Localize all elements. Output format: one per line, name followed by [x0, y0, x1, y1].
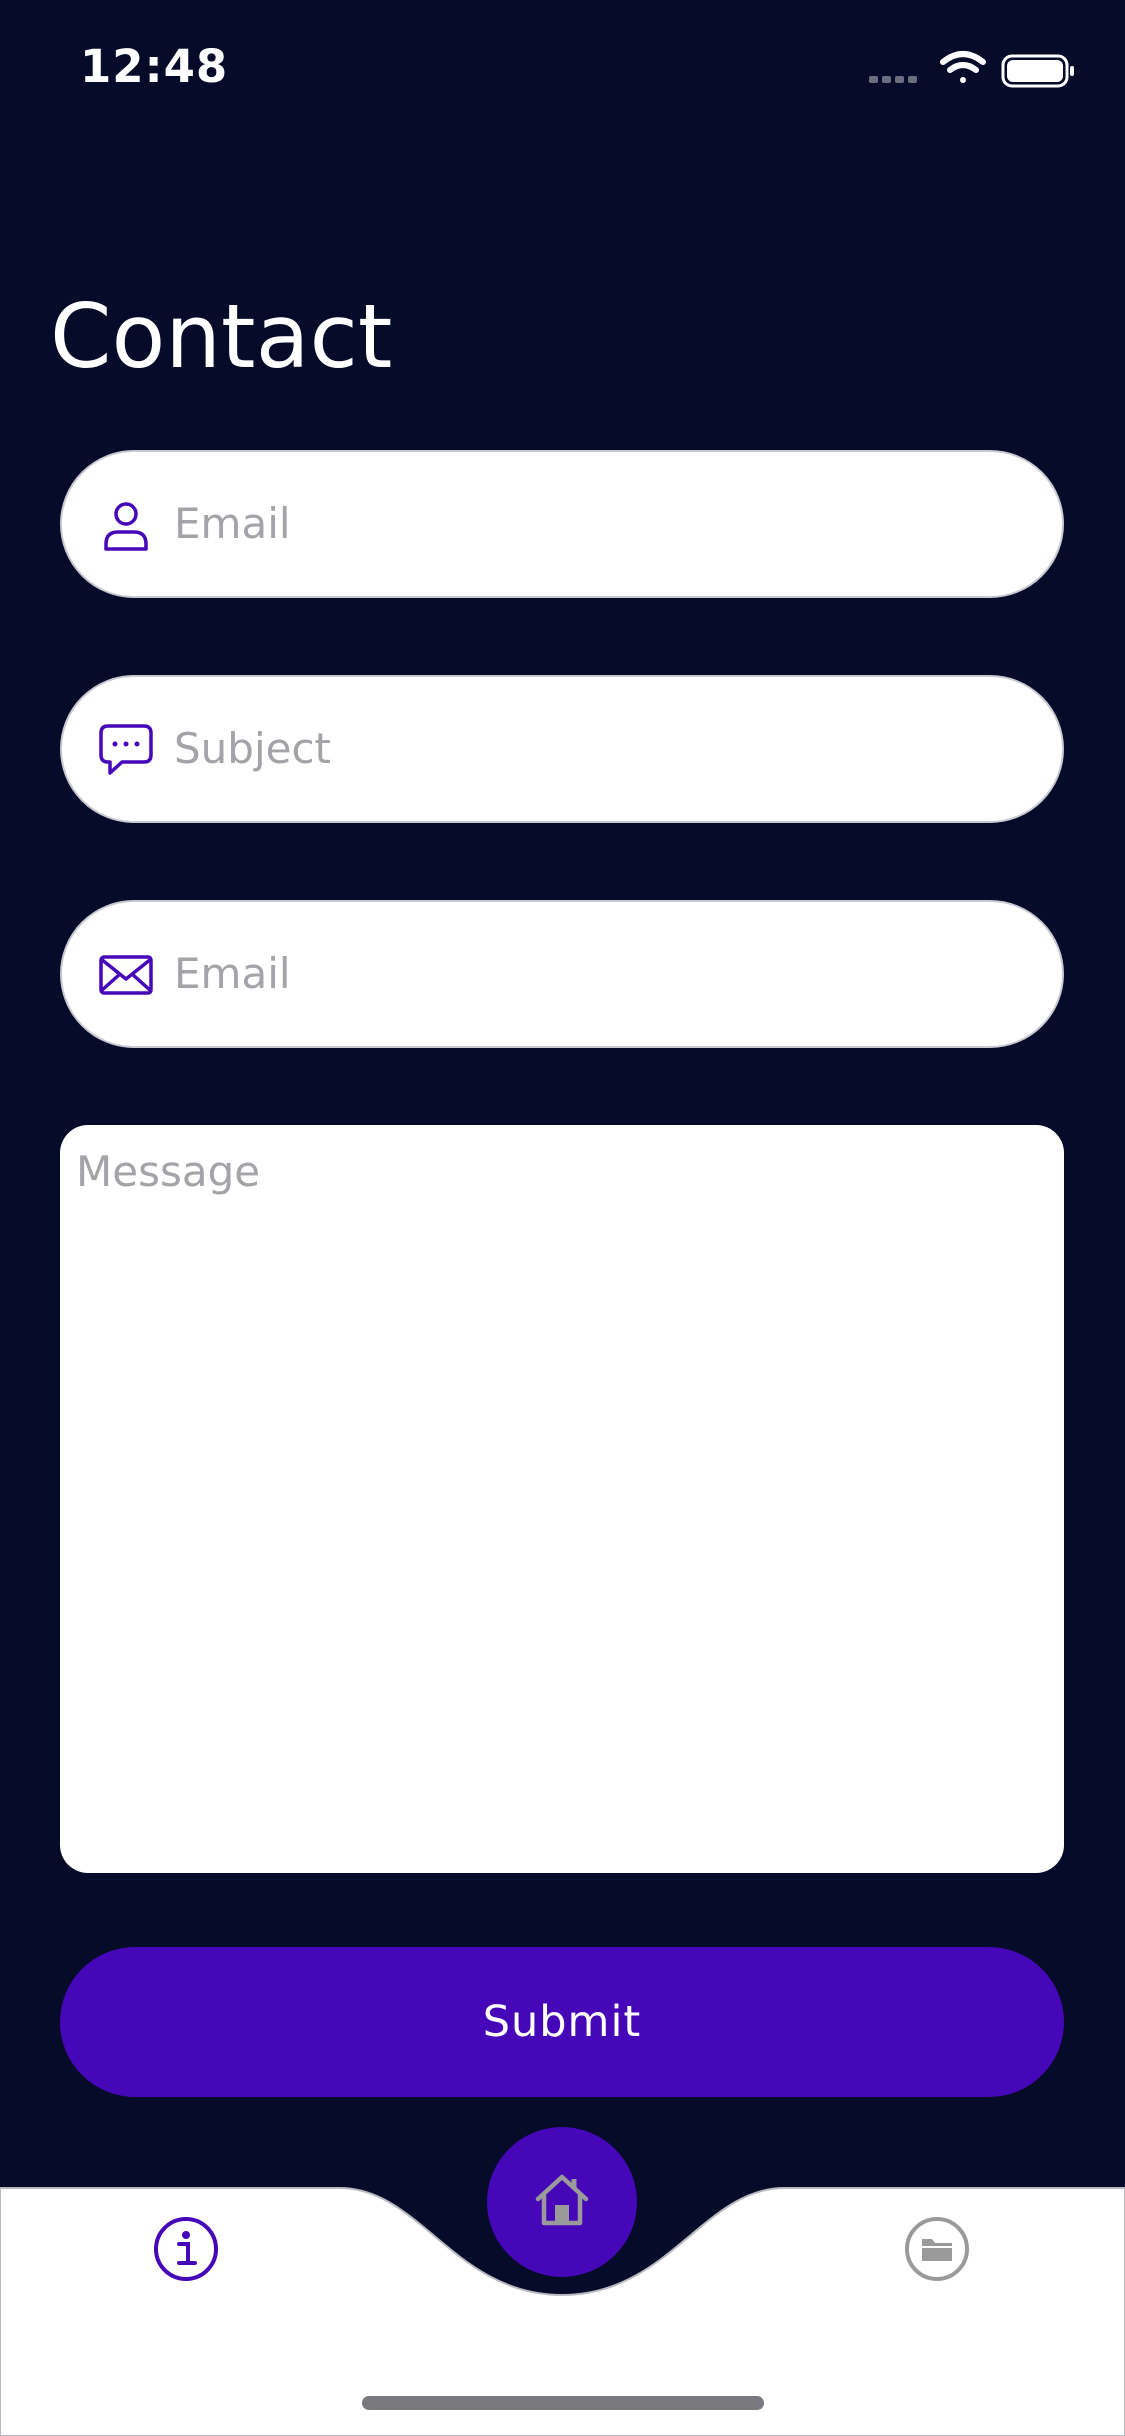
- info-icon: [154, 2217, 218, 2281]
- email-field[interactable]: Email: [60, 450, 1064, 598]
- email-address-placeholder: Email: [174, 949, 291, 998]
- home-button[interactable]: [487, 2127, 637, 2277]
- home-icon: [535, 2174, 589, 2226]
- status-bar: 12:48: [0, 0, 1125, 140]
- email-address-field[interactable]: Email: [60, 900, 1064, 1048]
- page-title: Contact: [50, 285, 393, 388]
- chat-bubble-icon: [98, 722, 154, 778]
- envelope-icon: [98, 947, 154, 1003]
- info-tab[interactable]: [152, 2215, 220, 2283]
- message-input[interactable]: Message: [60, 1125, 1064, 1873]
- status-time: 12:48: [80, 40, 229, 93]
- subject-field[interactable]: Subject: [60, 675, 1064, 823]
- subject-placeholder: Subject: [174, 724, 332, 773]
- signal-icon: [869, 76, 917, 83]
- home-indicator: [362, 2396, 764, 2410]
- folder-icon: [905, 2217, 969, 2281]
- person-icon: [98, 497, 154, 553]
- status-icons: [869, 50, 1079, 90]
- email-placeholder: Email: [174, 499, 291, 548]
- message-placeholder: Message: [76, 1147, 261, 1196]
- battery-icon: [1001, 54, 1074, 88]
- folder-tab[interactable]: [903, 2215, 971, 2283]
- wifi-icon: [940, 51, 986, 83]
- submit-button[interactable]: Submit: [60, 1947, 1064, 2097]
